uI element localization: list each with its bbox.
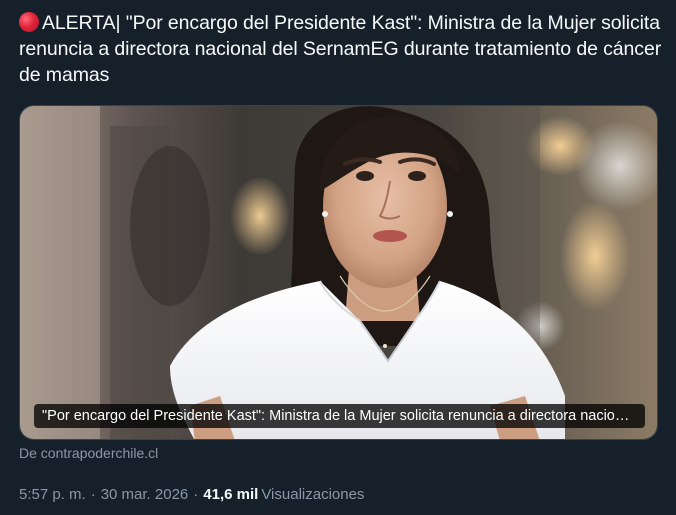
- card-image[interactable]: [20, 106, 658, 440]
- views-count[interactable]: 41,6 mil: [203, 486, 258, 503]
- card-caption[interactable]: "Por encargo del Presidente Kast": Minis…: [34, 404, 645, 428]
- card-source-link[interactable]: De contrapoderchile.cl: [19, 444, 158, 462]
- red-circle-icon: [19, 12, 39, 32]
- tweet-body: ALERTA| "Por encargo del Presidente Kast…: [19, 12, 662, 86]
- separator: ·: [90, 486, 96, 503]
- tweet-meta: 5:57 p. m. · 30 mar. 2026 · 41,6 mil Visualiz…: [19, 485, 364, 505]
- tweet-text: ALERTA| "Por encargo del Presidente Kast…: [19, 10, 664, 88]
- separator: ·: [193, 486, 199, 503]
- tweet: ALERTA| "Por encargo del Presidente Kast…: [0, 0, 676, 515]
- views-label[interactable]: Visualizaciones: [261, 486, 364, 503]
- tweet-time[interactable]: 5:57 p. m.: [19, 486, 86, 503]
- tweet-date[interactable]: 30 mar. 2026: [101, 486, 189, 503]
- link-card[interactable]: "Por encargo del Presidente Kast": Minis…: [19, 105, 658, 440]
